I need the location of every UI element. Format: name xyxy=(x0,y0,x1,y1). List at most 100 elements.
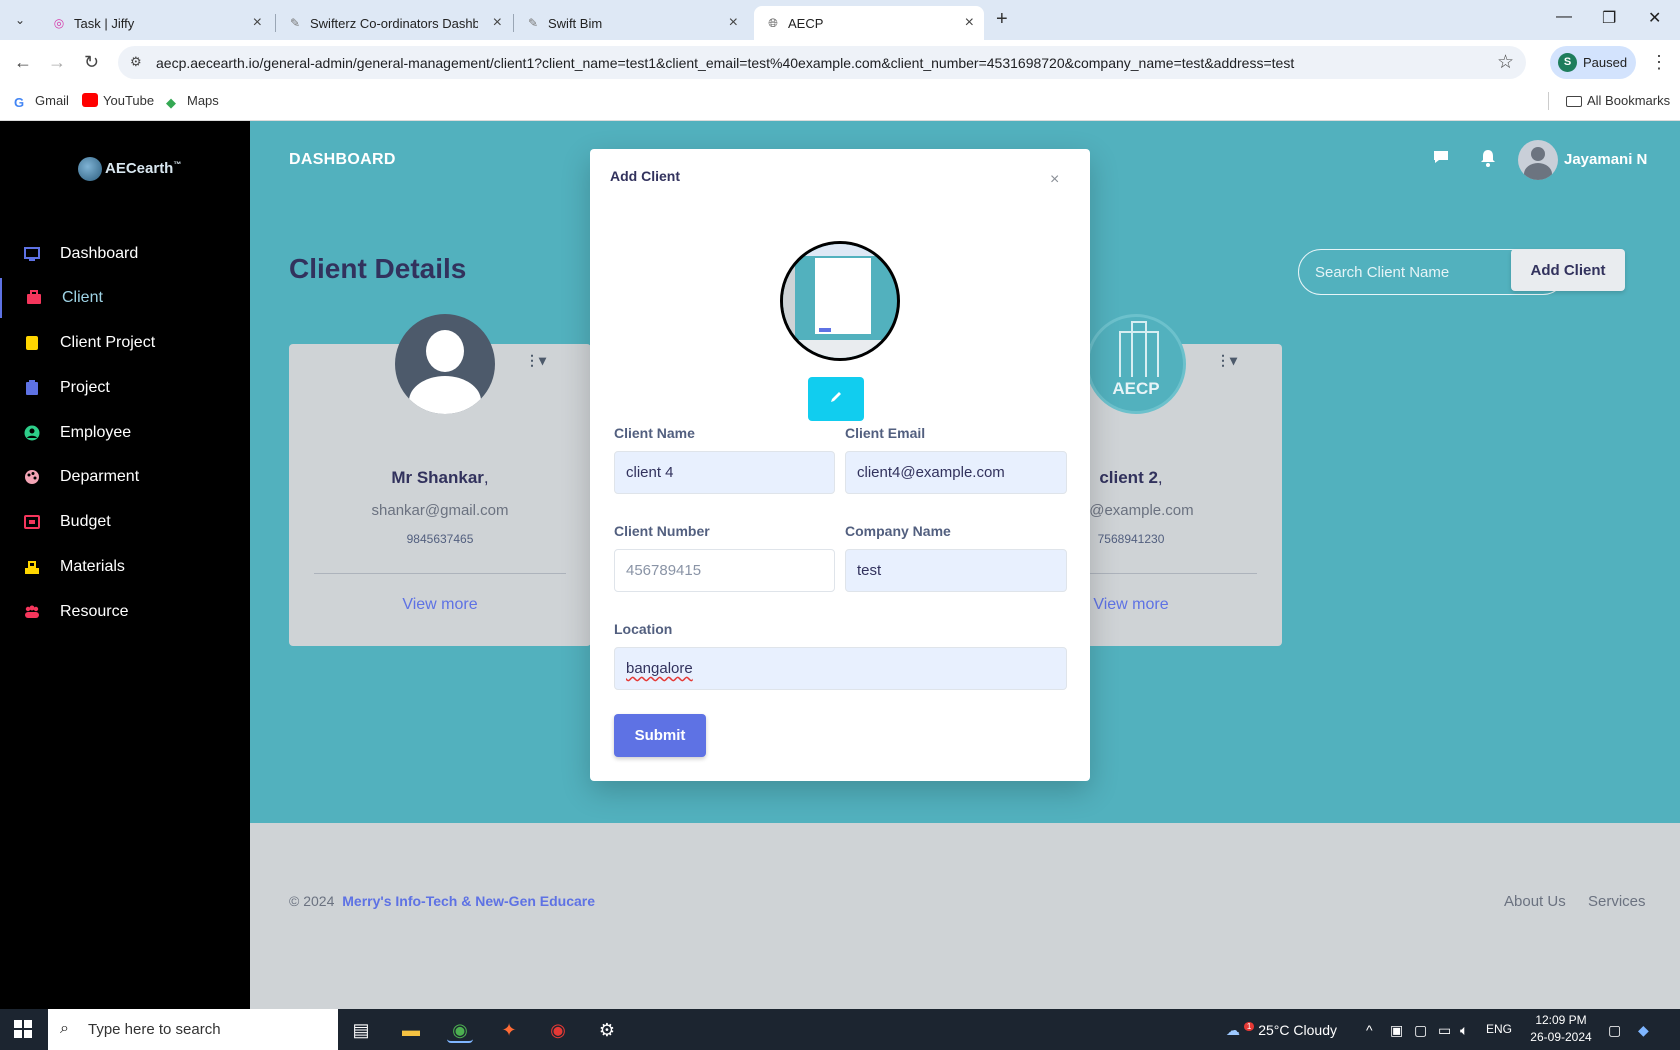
language-indicator[interactable]: ENG xyxy=(1486,1022,1512,1036)
copilot-icon[interactable]: ◆ xyxy=(1638,1022,1649,1039)
notifications-icon[interactable]: ▢ xyxy=(1608,1022,1621,1039)
forward-arrow-icon[interactable]: → xyxy=(48,52,66,73)
sidebar-item-deparment[interactable]: Deparment xyxy=(0,457,250,497)
sidebar-item-label: Budget xyxy=(60,513,111,530)
location-input[interactable]: bangalore xyxy=(614,647,1067,690)
sidebar-item-client-project[interactable]: Client Project xyxy=(0,323,250,363)
sidebar-item-client[interactable]: Client xyxy=(0,278,250,318)
add-client-modal: Add Client × Client Name Client Email Cl… xyxy=(590,149,1090,781)
minimize-icon[interactable]: — xyxy=(1556,8,1572,26)
task-view-icon[interactable]: ▤ xyxy=(348,1017,374,1043)
close-icon[interactable]: × xyxy=(1050,171,1059,189)
card-options-icon[interactable]: ⋮▾ xyxy=(525,352,546,369)
site-info-icon[interactable]: ⚙ xyxy=(130,54,142,70)
client-email-input[interactable] xyxy=(845,451,1067,494)
edit-image-button[interactable] xyxy=(808,377,864,421)
header-title: DASHBOARD xyxy=(289,151,396,168)
reload-icon[interactable]: ↻ xyxy=(84,52,99,73)
restore-icon[interactable]: ❐ xyxy=(1602,8,1616,28)
sidebar-item-materials[interactable]: Materials xyxy=(0,547,250,587)
submit-button[interactable]: Submit xyxy=(614,714,706,757)
footer: © 2024 Merry's Info-Tech & New-Gen Educa… xyxy=(250,823,1680,1009)
client-number-input[interactable] xyxy=(614,549,835,592)
pencil-icon xyxy=(831,391,841,402)
footer-link-about[interactable]: About Us xyxy=(1504,893,1566,910)
close-icon[interactable]: × xyxy=(253,14,262,32)
sidebar-item-label: Materials xyxy=(60,558,125,575)
bookmarks-separator xyxy=(1548,92,1549,110)
profile-button[interactable]: S Paused xyxy=(1550,46,1636,79)
taskbar-search[interactable]: ⌕ Type here to search xyxy=(48,1009,338,1050)
note-icon xyxy=(26,336,38,350)
new-tab-button[interactable]: + xyxy=(996,8,1008,31)
card-options-icon[interactable]: ⋮▾ xyxy=(1216,352,1237,369)
chrome-profile-icon[interactable]: ◉ xyxy=(545,1017,571,1043)
sidebar-item-project[interactable]: Project xyxy=(0,368,250,408)
tab-swift-bim[interactable]: ✎ Swift Bim × xyxy=(514,6,748,40)
camera-icon[interactable]: ▢ xyxy=(1414,1022,1427,1039)
sidebar-item-dashboard[interactable]: Dashboard xyxy=(0,234,250,274)
modal-title: Add Client xyxy=(610,168,680,184)
avatar-body xyxy=(409,376,481,414)
taskbar-search-placeholder: Type here to search xyxy=(88,1021,221,1038)
avatar-head xyxy=(426,330,464,372)
sidebar-item-label: Client Project xyxy=(60,334,156,351)
settings-gear-icon[interactable]: ⚙ xyxy=(594,1017,620,1043)
browser-menu-icon[interactable]: ⋮ xyxy=(1650,52,1668,73)
bookmark-youtube[interactable]: YouTube xyxy=(82,93,154,108)
client-name: Mr Shankar, xyxy=(289,468,591,488)
preview-modal xyxy=(815,258,871,334)
close-icon[interactable]: × xyxy=(493,14,502,32)
close-icon[interactable]: × xyxy=(729,14,738,32)
user-avatar[interactable] xyxy=(1518,140,1558,180)
monitor-tray-icon[interactable]: ▭ xyxy=(1438,1022,1451,1039)
fingerprint-icon: ◎ xyxy=(53,16,65,30)
app-icon[interactable]: ✦ xyxy=(496,1017,522,1043)
back-arrow-icon[interactable]: ← xyxy=(14,52,32,73)
sidebar-item-budget[interactable]: Budget xyxy=(0,502,250,542)
address-bar[interactable]: ⚙ aecp.aecearth.io/general-admin/general… xyxy=(118,46,1526,79)
copyright-text: © 2024 xyxy=(289,893,335,909)
sidebar-item-label: Dashboard xyxy=(60,245,139,262)
google-icon: G xyxy=(14,95,25,110)
bookmark-maps[interactable]: ◆ Maps xyxy=(166,93,219,110)
volume-icon[interactable]: 🔈︎ xyxy=(1460,1022,1468,1039)
bell-icon[interactable] xyxy=(1480,149,1496,172)
company-name-input[interactable] xyxy=(845,549,1067,592)
close-icon[interactable]: × xyxy=(965,14,974,32)
bookmark-label: YouTube xyxy=(103,93,155,108)
logo-text: AECearth xyxy=(105,159,174,177)
chevron-up-icon[interactable]: ^ xyxy=(1366,1022,1373,1038)
app-logo[interactable]: AECearth™ xyxy=(78,157,181,181)
briefcase-icon xyxy=(27,290,41,304)
globe-icon: 🌐︎ xyxy=(768,16,778,30)
tab-title: AECP xyxy=(788,16,824,31)
client-number-label: Client Number xyxy=(614,523,710,539)
file-explorer-icon[interactable]: ▬ xyxy=(398,1017,424,1043)
all-bookmarks-button[interactable]: All Bookmarks xyxy=(1566,93,1670,108)
bookmark-gmail[interactable]: G Gmail xyxy=(14,93,69,110)
window-close-icon[interactable]: ✕ xyxy=(1648,8,1661,28)
view-more-link[interactable]: View more xyxy=(289,596,591,614)
profile-avatar: S xyxy=(1558,53,1577,72)
chat-icon[interactable] xyxy=(1432,149,1450,170)
sidebar-item-employee[interactable]: Employee xyxy=(0,413,250,453)
footer-link-services[interactable]: Services xyxy=(1588,893,1646,910)
bookmark-star-icon[interactable]: ☆ xyxy=(1497,51,1514,74)
client-image-preview xyxy=(780,241,900,361)
tab-swifterz[interactable]: ✎ Swifterz Co-ordinators Dashbo × xyxy=(276,6,512,40)
tab-task-jiffy[interactable]: ◎ Task | Jiffy × xyxy=(40,6,272,40)
add-client-button[interactable]: Add Client xyxy=(1511,249,1625,291)
tab-aecp[interactable]: 🌐︎ AECP × xyxy=(754,6,984,40)
client-name-input[interactable] xyxy=(614,451,835,494)
clock[interactable]: 12:09 PM 26-09-2024 xyxy=(1518,1012,1604,1046)
user-name[interactable]: Jayamani N xyxy=(1564,151,1647,168)
sidebar-item-resource[interactable]: Resource xyxy=(0,592,250,632)
network-icon[interactable]: ▣ xyxy=(1390,1022,1403,1039)
sidebar-item-label: Employee xyxy=(60,424,132,441)
company-link[interactable]: Merry's Info-Tech & New-Gen Educare xyxy=(342,893,595,909)
chrome-icon[interactable]: ◉ xyxy=(447,1017,473,1043)
windows-start-icon[interactable] xyxy=(14,1020,32,1038)
tab-search-button[interactable]: ⌄ xyxy=(8,8,32,32)
weather-widget[interactable]: ☁ 1 25°C Cloudy xyxy=(1226,1022,1337,1039)
